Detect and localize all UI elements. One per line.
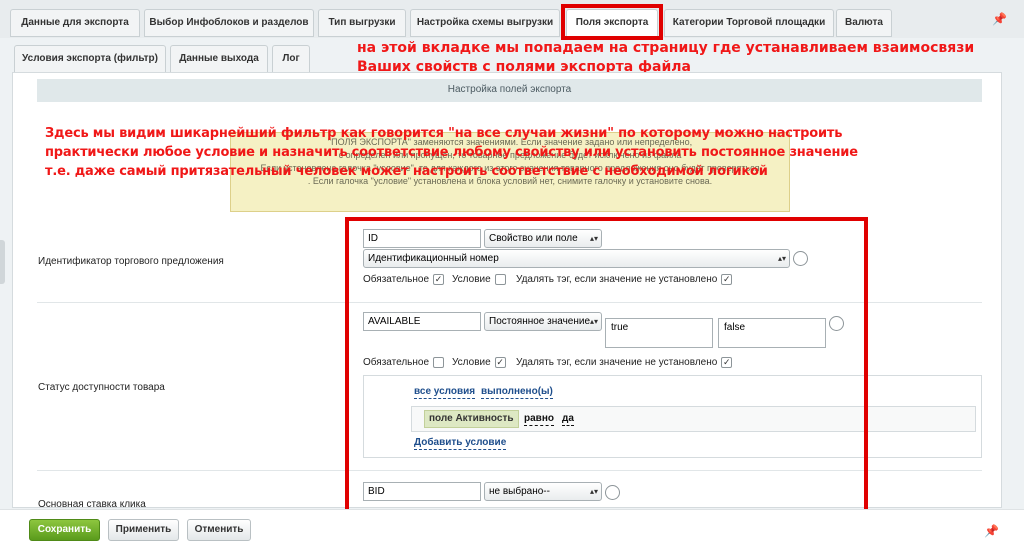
availability-label: Статус доступности товара [38, 382, 165, 393]
annotation-filter-line1: Здесь мы видим шикарнейший фильтр как го… [45, 126, 843, 141]
tab-iblock-selection[interactable]: Выбор Инфоблоков и разделов [144, 9, 314, 37]
tab-marketplace-categories[interactable]: Категории Торговой площадки [664, 9, 834, 37]
sidebar-handle[interactable] [0, 240, 5, 284]
cancel-button[interactable]: Отменить [187, 519, 251, 541]
annotation-filter-line2: практически любое условие и назначить со… [45, 145, 858, 160]
tab-export-conditions[interactable]: Условия экспорта (фильтр) [14, 45, 166, 73]
active-tab-highlight [561, 4, 663, 40]
section-title: Настройка полей экспорта [37, 79, 982, 102]
annotation-filter-line3: т.е. даже самый притязательный человек м… [45, 164, 768, 179]
export-settings-page: { "tabs_row1": [ {"label": "Данные для э… [0, 0, 1024, 549]
tab-output-data[interactable]: Данные выхода [170, 45, 268, 73]
annotation-filter: Здесь мы видим шикарнейший фильтр как го… [45, 124, 858, 181]
offer-id-label: Идентификатор торгового предложения [38, 256, 224, 267]
fields-highlight [345, 217, 868, 543]
pin-icon[interactable]: 📌 [992, 12, 1007, 26]
annotation-tab-line1: на этой вкладке мы попадаем на страницу … [357, 40, 975, 56]
tab-log[interactable]: Лог [272, 45, 310, 73]
save-button[interactable]: Сохранить [29, 519, 100, 541]
pin-icon[interactable]: 📌 [984, 524, 999, 538]
tab-export-data[interactable]: Данные для экспорта [10, 9, 140, 37]
apply-button[interactable]: Применить [108, 519, 179, 541]
tab-scheme-settings[interactable]: Настройка схемы выгрузки [410, 9, 560, 37]
tab-currency[interactable]: Валюта [836, 9, 892, 37]
tab-export-type[interactable]: Тип выгрузки [318, 9, 406, 37]
